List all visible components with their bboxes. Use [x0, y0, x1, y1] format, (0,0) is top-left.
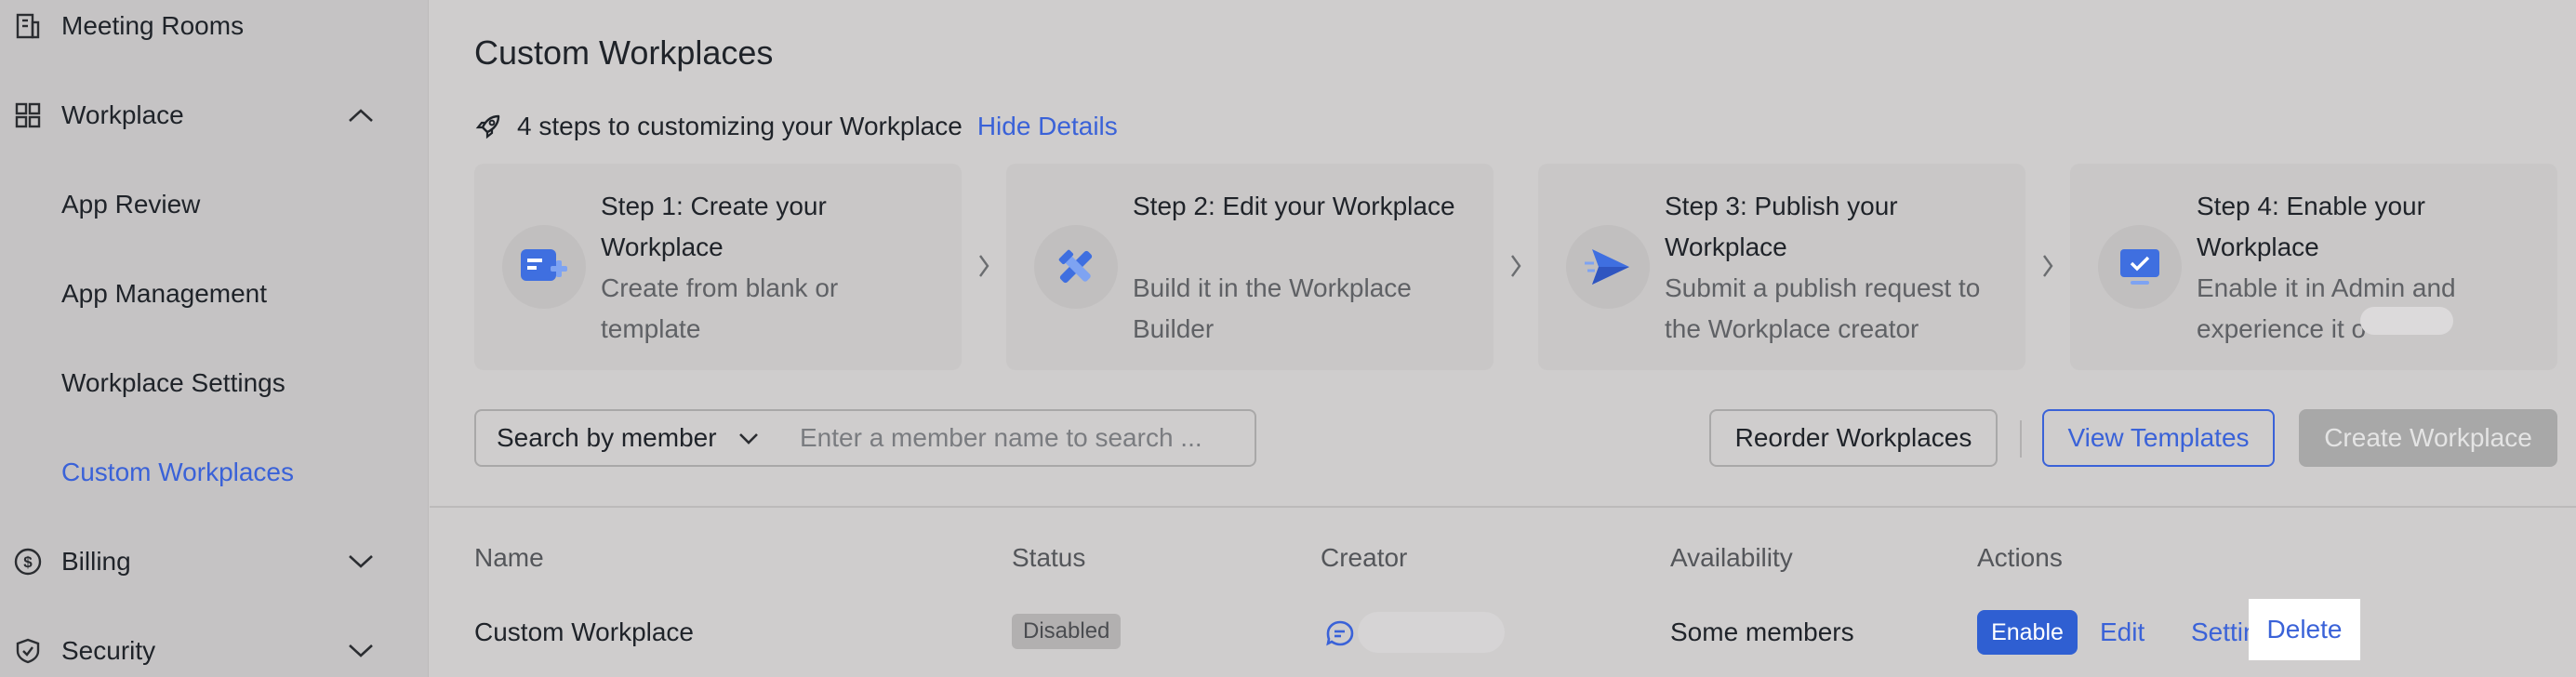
step-title: Step 3: Publish your Workplace: [1665, 192, 1898, 261]
step-title: Step 2: Edit your Workplace: [1133, 192, 1455, 220]
step-card-4: Step 4: Enable your Workplace Enable it …: [2070, 164, 2557, 370]
sidebar-item-workplace[interactable]: Workplace: [0, 87, 429, 143]
dollar-icon: $: [13, 547, 43, 577]
member-search-input[interactable]: [779, 409, 1256, 467]
step-card-2: Step 2: Edit your Workplace Build it in …: [1006, 164, 1494, 370]
toolbar-divider: [2020, 420, 2022, 458]
building-icon: [13, 11, 43, 41]
step-title: Step 4: Enable your Workplace: [2197, 192, 2425, 261]
step-description: Create from blank or template: [601, 273, 839, 343]
column-header-actions: Actions: [1977, 543, 2063, 572]
step-description: Submit a publish request to the Workplac…: [1665, 273, 1981, 343]
sidebar-item-label: App Review: [61, 190, 201, 219]
sidebar-item-label: Workplace: [61, 100, 184, 129]
edit-link[interactable]: Edit: [2100, 617, 2144, 647]
sidebar-item-billing[interactable]: $ Billing: [0, 534, 429, 590]
rocket-icon: [474, 112, 504, 141]
chevron-up-icon[interactable]: [346, 100, 376, 130]
step-title: Step 1: Create your Workplace: [601, 192, 827, 261]
section-divider: [430, 506, 2576, 508]
redacted-blur: [2360, 307, 2453, 335]
chevron-down-icon: [738, 424, 759, 458]
delete-link[interactable]: Delete: [2249, 599, 2360, 660]
view-templates-button[interactable]: View Templates: [2042, 409, 2275, 467]
sidebar-item-security[interactable]: Security: [0, 623, 429, 677]
step-card-3: Step 3: Publish your Workplace Submit a …: [1538, 164, 2025, 370]
chevron-down-icon[interactable]: [346, 547, 376, 577]
add-app-icon: [502, 225, 586, 309]
sidebar: Meeting Rooms Workplace App Review App M…: [0, 0, 429, 677]
chat-bubble-icon: [1324, 618, 1356, 650]
chevron-right-icon: [2038, 247, 2057, 285]
sidebar-item-label: Custom Workplaces: [61, 458, 295, 486]
availability-value: Some members: [1670, 617, 1854, 646]
creator-name-redacted: [1358, 612, 1505, 653]
sidebar-item-app-management[interactable]: App Management: [0, 266, 429, 322]
tools-icon: [1034, 225, 1118, 309]
sidebar-item-app-review[interactable]: App Review: [0, 177, 429, 232]
step-card-1: Step 1: Create your Workplace Create fro…: [474, 164, 962, 370]
sidebar-item-label: Billing: [61, 547, 131, 576]
search-type-select[interactable]: Search by member: [474, 409, 781, 467]
sidebar-item-custom-workplaces[interactable]: Custom Workplaces: [0, 445, 429, 500]
chevron-right-icon: [975, 247, 993, 285]
steps-header: 4 steps to customizing your Workplace Hi…: [474, 108, 1118, 145]
send-icon: [1566, 225, 1650, 309]
sidebar-item-workplace-settings[interactable]: Workplace Settings: [0, 355, 429, 411]
monitor-check-icon: [2098, 225, 2182, 309]
reorder-workplaces-button[interactable]: Reorder Workplaces: [1709, 409, 1998, 467]
workplace-name: Custom Workplace: [474, 617, 695, 646]
page-title: Custom Workplaces: [474, 33, 774, 72]
sidebar-item-label: Meeting Rooms: [61, 11, 245, 40]
shield-icon: [13, 636, 43, 666]
enable-button[interactable]: Enable: [1977, 610, 2078, 655]
sidebar-item-label: Workplace Settings: [61, 368, 285, 397]
column-header-creator: Creator: [1321, 543, 1408, 572]
search-type-label: Search by member: [497, 423, 717, 452]
column-header-status: Status: [1012, 543, 1086, 572]
sidebar-item-meeting-rooms[interactable]: Meeting Rooms: [0, 0, 429, 54]
steps-header-text: 4 steps to customizing your Workplace: [517, 112, 963, 140]
grid-icon: [13, 100, 43, 130]
column-header-name: Name: [474, 543, 544, 572]
column-header-availability: Availability: [1670, 543, 1793, 572]
step-description: Build it in the Workplace Builder: [1133, 273, 1412, 343]
hide-details-link[interactable]: Hide Details: [977, 112, 1118, 141]
svg-text:$: $: [23, 553, 33, 571]
status-badge: Disabled: [1012, 614, 1122, 649]
sidebar-item-label: App Management: [61, 279, 268, 308]
chevron-right-icon: [1507, 247, 1525, 285]
chevron-down-icon[interactable]: [346, 636, 376, 666]
main-content: Custom Workplaces 4 steps to customizing…: [430, 0, 2576, 677]
create-workplace-button[interactable]: Create Workplace: [2299, 409, 2557, 467]
sidebar-item-label: Security: [61, 636, 156, 665]
